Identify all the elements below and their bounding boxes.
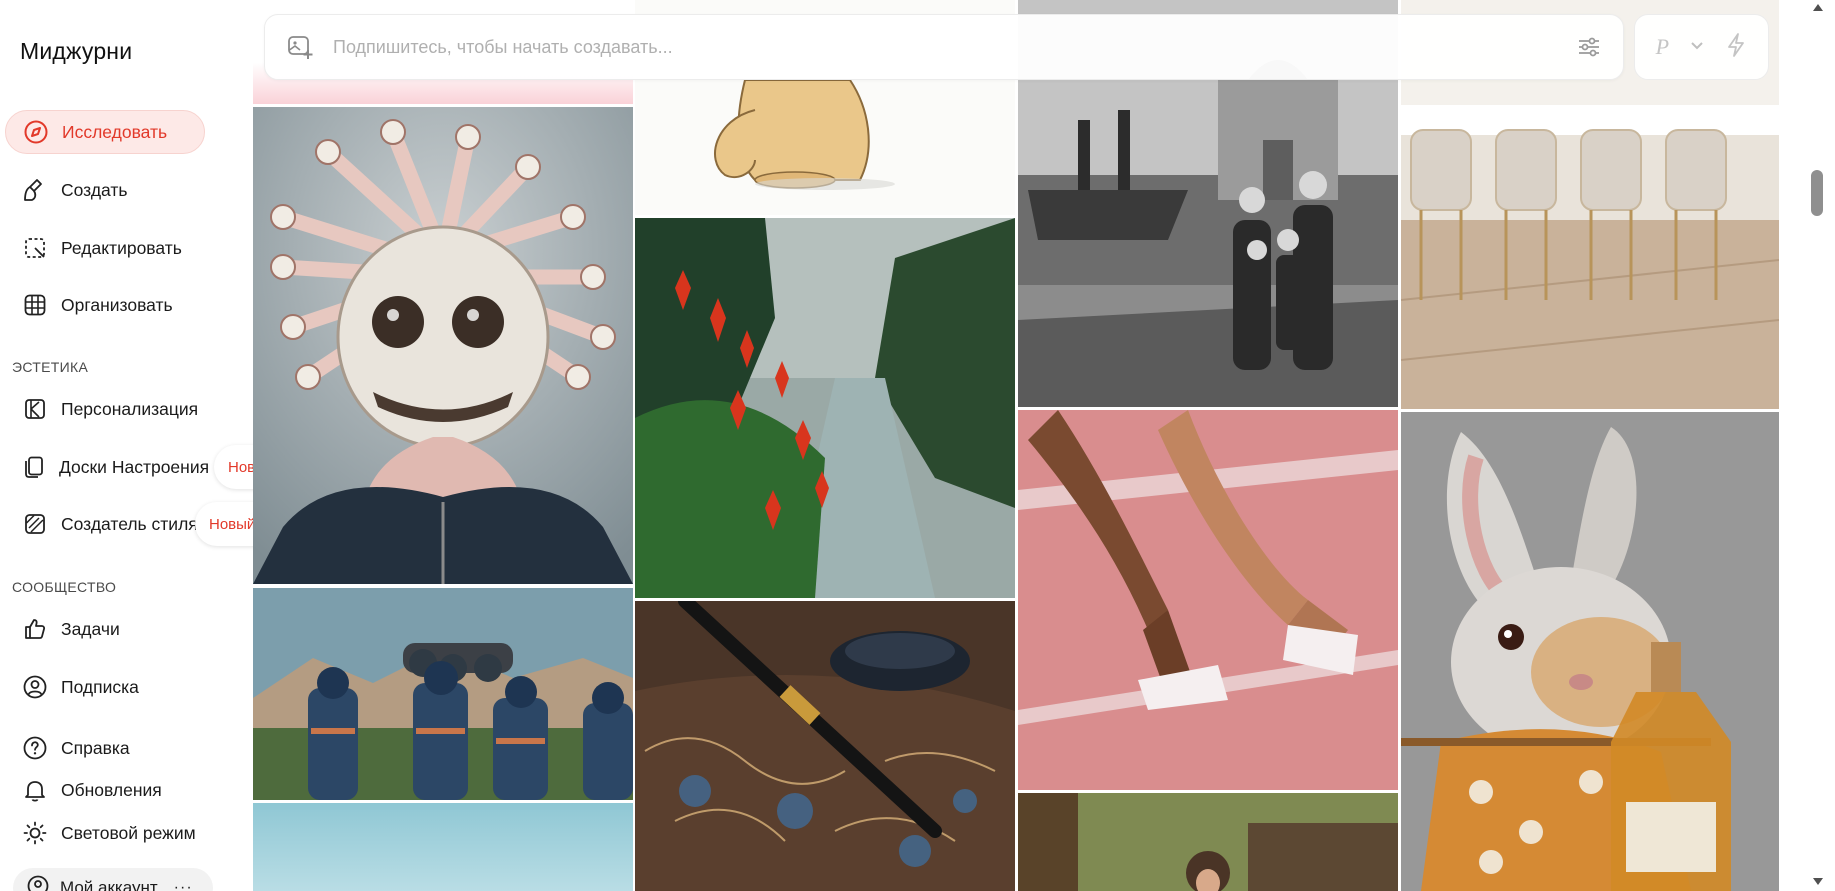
account-avatar-icon <box>26 874 50 891</box>
gallery-image-bunny-painter[interactable] <box>1401 412 1779 891</box>
nav-help-label: Справка <box>61 737 130 758</box>
compass-icon <box>22 118 50 146</box>
nav-light-mode-label: Световой режим <box>61 822 196 843</box>
nav-help[interactable]: Справка <box>5 726 205 770</box>
section-aesthetics-title: ЭСТЕТИКА <box>12 359 89 375</box>
prompt-input[interactable] <box>333 36 1573 58</box>
nav-moodboards[interactable]: Доски Настроения <box>5 445 209 489</box>
nav-updates-label: Обновления <box>61 779 162 800</box>
account-button[interactable]: Мой аккаунт ··· <box>13 868 213 891</box>
help-icon <box>21 734 49 762</box>
gallery-image-calligraphy-brush[interactable] <box>635 601 1015 891</box>
nav-personalization-label: Персонализация <box>61 398 199 419</box>
nav-subscription-label: Подписка <box>61 676 139 697</box>
nav-personalization[interactable]: Персонализация <box>5 387 205 431</box>
section-community-title: СООБЩЕСТВО <box>12 579 117 595</box>
nav-light-mode[interactable]: Световой режим <box>5 811 205 855</box>
gallery-image-football-players[interactable] <box>253 588 633 800</box>
nav-tasks[interactable]: Задачи <box>5 607 205 651</box>
nav-create-label: Создать <box>61 179 128 200</box>
app-logo-title[interactable]: Миджурни <box>20 38 132 65</box>
thumbs-up-icon <box>21 615 49 643</box>
nav-style-creator[interactable]: Создатель стиля <box>5 502 205 546</box>
bell-icon <box>21 776 49 804</box>
personalize-icon <box>21 395 49 423</box>
account-more-icon[interactable]: ··· <box>174 879 193 891</box>
nav-subscription[interactable]: Подписка <box>5 665 205 709</box>
account-label: Мой аккаунт <box>60 878 158 891</box>
nav-tasks-label: Задачи <box>61 618 120 639</box>
gallery-image-park-person[interactable] <box>1018 793 1398 891</box>
personalization-toggle[interactable]: P <box>1656 34 1669 60</box>
add-image-icon[interactable] <box>285 32 315 62</box>
nav-organize-label: Организовать <box>61 294 173 315</box>
prompt-tools: P <box>1634 14 1769 80</box>
gallery-image-sky[interactable] <box>253 803 633 891</box>
style-icon <box>21 510 49 538</box>
edit-icon <box>21 234 49 262</box>
explore-gallery <box>253 0 1780 891</box>
nav-edit[interactable]: Редактировать <box>5 226 205 270</box>
prompt-bar <box>264 14 1624 80</box>
gallery-image-river-flowers[interactable] <box>635 218 1015 598</box>
nav-explore-label: Исследовать <box>62 121 168 142</box>
scroll-down-arrow-icon[interactable] <box>1813 878 1823 885</box>
gallery-image-runners-legs[interactable] <box>1018 410 1398 790</box>
scrollbar-thumb[interactable] <box>1811 170 1823 216</box>
gallery-image-alien-creature[interactable] <box>253 107 633 584</box>
moodboard-icon <box>21 453 47 481</box>
sidebar: Миджурни Исследовать Создать Редактирова… <box>0 0 295 891</box>
settings-sliders-icon[interactable] <box>1573 31 1605 63</box>
sun-icon <box>21 819 49 847</box>
nav-organize[interactable]: Организовать <box>5 283 205 327</box>
nav-edit-label: Редактировать <box>61 237 182 258</box>
page-scrollbar[interactable] <box>1807 0 1835 891</box>
nav-updates[interactable]: Обновления <box>5 768 205 812</box>
scroll-up-arrow-icon[interactable] <box>1813 4 1823 11</box>
grid-icon <box>21 291 49 319</box>
user-circle-icon <box>21 673 49 701</box>
nav-create[interactable]: Создать <box>5 168 205 212</box>
lightning-icon[interactable] <box>1725 32 1747 63</box>
nav-moodboards-label: Доски Настроения <box>59 456 210 477</box>
chevron-down-icon[interactable] <box>1690 38 1704 56</box>
nav-style-creator-label: Создатель стиля <box>61 513 198 534</box>
nav-explore[interactable]: Исследовать <box>5 110 205 154</box>
brush-icon <box>21 176 49 204</box>
